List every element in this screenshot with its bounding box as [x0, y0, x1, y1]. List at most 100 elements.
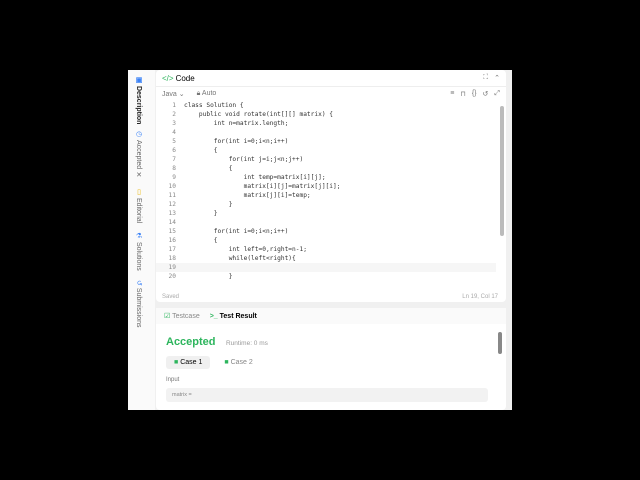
left-tab-strip: ▣ Description ◷ Accepted ✕ ▯ Editorial ⚗… [128, 70, 155, 410]
line-text: for(int i=0;i<n;i++) [184, 138, 289, 145]
language-select[interactable]: Java ⌄ [162, 90, 185, 98]
code-line[interactable]: 17 int left=0,right=n-1; [156, 245, 496, 254]
line-text: } [184, 273, 233, 280]
code-icon: </> [162, 73, 174, 83]
line-text: matrix[j][i]=temp; [184, 192, 311, 199]
autocomplete-mode[interactable]: 🔒︎ Auto [197, 90, 217, 98]
tab-solutions[interactable]: ⚗ Solutions [134, 232, 142, 271]
line-number: 14 [168, 219, 176, 226]
code-line[interactable]: 9 int temp=matrix[i][j]; [156, 173, 496, 182]
line-number: 11 [168, 192, 176, 199]
line-text: for(int j=i;j<n;j++) [184, 156, 304, 163]
history-icon: ↺ [135, 280, 142, 288]
code-line[interactable]: 14 [156, 218, 496, 227]
line-text: { [184, 165, 233, 172]
code-panel: </> Code ⛶ ⌃ Java ⌄ 🔒︎ Auto ≡ ⊓{} ↺ ⤢ 1 class… [156, 70, 506, 302]
braces-icon[interactable]: {} [472, 90, 477, 98]
line-text: { [184, 147, 218, 154]
line-number: 20 [168, 273, 176, 280]
line-number: 10 [168, 183, 176, 190]
line-text: for(int i=0;i<n;i++) [184, 228, 289, 235]
terminal-icon: >_ [209, 312, 220, 320]
line-number: 19 [168, 264, 176, 271]
line-text: while(left<right){ [184, 255, 296, 262]
format-icon[interactable]: ≡ [450, 90, 454, 98]
code-line[interactable]: 12 } [156, 200, 496, 209]
code-editor[interactable]: 1 class Solution {2 public void rotate(in… [156, 101, 496, 281]
close-icon[interactable]: ✕ [135, 169, 142, 179]
code-line[interactable]: 15 for(int i=0;i<n;i++) [156, 227, 496, 236]
line-text: } [184, 210, 218, 217]
line-number: 6 [172, 147, 176, 154]
line-number: 2 [172, 111, 176, 118]
tab-submissions[interactable]: ↺ Submissions [134, 280, 142, 328]
line-number: 8 [172, 165, 176, 172]
line-number: 4 [172, 129, 176, 136]
line-text: { [184, 237, 218, 244]
line-text: int n=matrix.length; [184, 120, 289, 127]
line-number: 15 [168, 228, 176, 235]
line-text: matrix[i][j]=matrix[j][i]; [184, 183, 341, 190]
line-text: int left=0,right=n-1; [184, 246, 307, 253]
collapse-icon[interactable]: ⌃ [494, 74, 500, 82]
code-line[interactable]: 4 [156, 128, 496, 137]
line-number: 18 [168, 255, 176, 262]
line-number: 5 [172, 138, 176, 145]
code-line[interactable]: 16 { [156, 236, 496, 245]
line-text: class Solution { [184, 102, 244, 109]
line-text: public void rotate(int[][] matrix) { [184, 111, 334, 118]
line-number: 7 [172, 156, 176, 163]
tab-accepted[interactable]: ◷ Accepted ✕ [134, 130, 142, 179]
line-number: 16 [168, 237, 176, 244]
tab-description[interactable]: ▣ Description [134, 76, 142, 124]
line-text [184, 263, 244, 272]
flask-icon: ⚗ [135, 232, 142, 242]
book-icon: ▯ [135, 188, 142, 198]
case-2-tab[interactable]: ■ Case 2 [216, 356, 260, 369]
code-line[interactable]: 20 } [156, 272, 496, 281]
verdict: Accepted [166, 336, 216, 348]
input-label: Input [166, 377, 180, 383]
code-line[interactable]: 1 class Solution { [156, 101, 496, 110]
code-scrollbar[interactable] [500, 106, 504, 236]
status-bar: Saved Ln 19, Col 17 [162, 294, 498, 300]
code-line[interactable]: 3 int n=matrix.length; [156, 119, 496, 128]
code-line[interactable]: 7 for(int j=i;j<n;j++) [156, 155, 496, 164]
line-number: 12 [168, 201, 176, 208]
line-number: 13 [168, 210, 176, 217]
result-scrollbar[interactable] [498, 332, 502, 354]
code-line[interactable]: 6 { [156, 146, 496, 155]
expand-icon[interactable]: ⤢ [494, 90, 500, 98]
code-line[interactable]: 5 for(int i=0;i<n;i++) [156, 137, 496, 146]
tab-test-result[interactable]: >_ Test Result [210, 313, 257, 320]
fullscreen-icon[interactable]: ⛶ [483, 74, 488, 82]
reset-icon[interactable]: ↺ [483, 90, 489, 98]
line-number: 3 [172, 120, 176, 127]
line-number: 9 [172, 174, 176, 181]
input-value: matrix = [166, 388, 488, 402]
result-panel: ☑ Testcase >_ Test Result Accepted Runti… [156, 308, 506, 410]
clock-icon: ◷ [135, 130, 142, 140]
checkbox-icon: ☑ [164, 313, 173, 320]
code-line[interactable]: 18 while(left<right){ [156, 254, 496, 263]
bookmark-icon[interactable]: ⊓ [460, 90, 465, 98]
code-line[interactable]: 10 matrix[i][j]=matrix[j][i]; [156, 182, 496, 191]
lock-icon: 🔒︎ [196, 90, 201, 97]
line-text: } [184, 201, 233, 208]
case-1-tab[interactable]: ■ Case 1 [166, 356, 211, 369]
line-number: 1 [172, 102, 176, 109]
tab-testcase[interactable]: ☑ Testcase [164, 312, 200, 320]
code-toolbar: Java ⌄ 🔒︎ Auto ≡ ⊓ {} ↺ ⤢ [156, 87, 506, 101]
line-text: int temp=matrix[i][j]; [184, 174, 326, 181]
code-line[interactable]: 8 { [156, 164, 496, 173]
code-line[interactable]: 11 matrix[j][i]=temp; [156, 191, 496, 200]
editor-window: ▣ Description ◷ Accepted ✕ ▯ Editorial ⚗… [128, 70, 512, 410]
code-line[interactable]: 19 [156, 263, 496, 272]
code-line[interactable]: 13 } [156, 209, 496, 218]
tab-editorial[interactable]: ▯ Editorial [134, 188, 142, 223]
code-line[interactable]: 2 public void rotate(int[][] matrix) { [156, 110, 496, 119]
description-icon: ▣ [135, 76, 142, 86]
line-number: 17 [168, 246, 176, 253]
runtime: Runtime: 0 ms [225, 340, 268, 347]
code-header: </> Code ⛶ ⌃ [156, 70, 506, 87]
